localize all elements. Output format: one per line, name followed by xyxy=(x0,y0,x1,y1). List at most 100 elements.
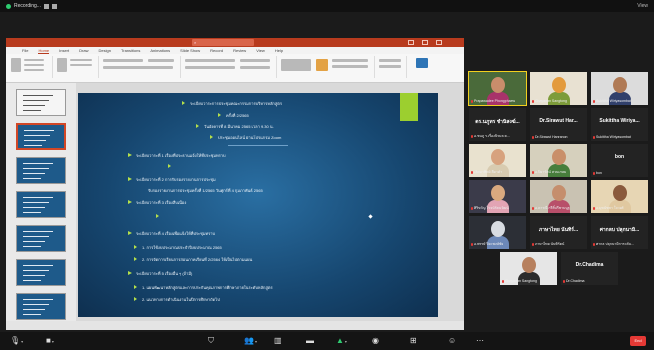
participant-tile[interactable]: อ.ดารณี กรีติ์ปรีชามนูฐ xyxy=(530,180,587,213)
menu-tab-file[interactable]: File xyxy=(22,47,28,54)
participant-tile[interactable]: อ.ปิยารัตน์ สวนเกษม xyxy=(530,144,587,177)
slide-thumbnail[interactable] xyxy=(16,123,66,150)
participant-tile[interactable]: ศากลบ ปลุกนามิ... ศากล ปลุกนามิการะตับ... xyxy=(591,216,648,249)
chat-icon[interactable]: ▬ xyxy=(306,336,314,346)
participant-name-label: เลิศมาทิพย์ สีดาคำ xyxy=(471,169,524,175)
participant-tile[interactable]: ภาษาไทย นันทิร์... ภาษาไทย นันทิรัตน์ xyxy=(530,216,587,249)
maximize-icon[interactable] xyxy=(422,40,428,45)
polls-icon-glyph: ▥ xyxy=(274,336,282,345)
menu-tab-review[interactable]: Review xyxy=(233,47,246,54)
participant-name: อ.พรรษ์ ปิยะพงษ์ชัย xyxy=(474,242,504,246)
microphone-icon[interactable]: 🎙▾ xyxy=(10,336,23,347)
slide-text-line: ระเบียบวาระที่ 3 เรื่องสืบเนื่อง xyxy=(136,200,187,205)
participant-name: bon xyxy=(596,171,602,175)
participant-tile[interactable]: bon bon xyxy=(591,144,648,177)
ribbon-drawing-group[interactable] xyxy=(278,56,375,78)
chevron-down-icon[interactable]: ▾ xyxy=(345,339,347,344)
ribbon-clipboard-group[interactable] xyxy=(8,56,53,78)
participant-tile[interactable]: Prapawadee Phongphaew xyxy=(468,71,527,106)
slide-bullet-icon xyxy=(128,271,132,275)
chevron-down-icon[interactable]: ▾ xyxy=(255,339,257,344)
muted-mic-icon xyxy=(471,134,473,138)
participant-display-name: bon xyxy=(614,154,625,160)
slide-thumbnail[interactable] xyxy=(16,191,66,218)
share-screen-icon[interactable]: ▲▾ xyxy=(336,336,347,347)
chevron-down-icon[interactable]: ▾ xyxy=(21,339,23,344)
powerpoint-search-box[interactable]: ⌕ xyxy=(192,39,254,46)
slide-text-line: ครั้งที่ 2/2565 xyxy=(226,113,249,118)
powerpoint-title-bar: ⌕ xyxy=(6,38,464,47)
breakout-rooms-icon[interactable]: ⊞ xyxy=(410,336,417,346)
stop-recording-icon[interactable] xyxy=(51,3,57,9)
participant-name-label: Chayanan Sangtong xyxy=(532,99,585,103)
menu-tab-view[interactable]: View xyxy=(256,47,265,54)
slide-bullet-icon xyxy=(134,285,137,289)
security-icon[interactable]: ⛉ xyxy=(208,336,214,346)
participant-name-label: Sukittha Wiriyasombat xyxy=(593,135,646,139)
ribbon-designer-group[interactable] xyxy=(408,56,438,78)
participant-tile[interactable]: ศิริขวัญ โรจน์รัตนวัฒน์ xyxy=(469,180,526,213)
participant-tile[interactable]: Sukittha Wiriyasombat xyxy=(591,72,648,105)
slide-bullet-icon xyxy=(156,214,159,218)
participant-name-label: อ.ปิยารัตน์ สวนเกษม xyxy=(532,169,585,175)
mouse-pointer-icon xyxy=(368,214,373,219)
menu-tab-home[interactable]: Home xyxy=(38,47,50,54)
ribbon-slides-group[interactable] xyxy=(54,56,99,78)
participant-tile[interactable]: Dr.Sirawut Har... Dr.Sirawut Hanranon xyxy=(530,108,587,141)
minimize-icon[interactable] xyxy=(408,40,414,45)
more-icon[interactable]: ⋯ xyxy=(476,336,484,346)
participant-display-name: ศากลบ ปลุกนามิ... xyxy=(599,227,640,233)
slide-thumbnails-pane[interactable] xyxy=(6,83,76,321)
menu-tab-insert[interactable]: Insert xyxy=(59,47,69,54)
polls-icon[interactable]: ▥ xyxy=(274,336,282,346)
participant-name: Prapawadee Phongphaew xyxy=(474,99,516,103)
menu-tab-transitions[interactable]: Transitions xyxy=(121,47,140,54)
close-icon[interactable] xyxy=(436,40,442,45)
participant-display-name: Dr.Sirawut Har... xyxy=(539,118,578,124)
slide-thumbnail[interactable] xyxy=(16,89,66,116)
menu-tab-help[interactable]: Help xyxy=(275,47,283,54)
menu-tab-slide-show[interactable]: Slide Show xyxy=(180,47,200,54)
reactions-icon[interactable]: ☺ xyxy=(448,336,456,346)
menu-tab-record[interactable]: Record xyxy=(210,47,223,54)
ribbon-font-group[interactable] xyxy=(100,56,181,78)
menu-tab-animations[interactable]: Animations xyxy=(150,47,170,54)
view-menu-button[interactable]: View xyxy=(637,3,648,9)
slide-text-line: รับรองรายงานการประชุมครั้งที่ 1/2565 วัน… xyxy=(148,188,263,193)
participant-name: อ.มุขนัชชา ใจวงศ์ xyxy=(596,206,624,210)
participant-tile[interactable]: Sukittha Wiriya... Sukittha Wiriyasombat xyxy=(591,108,648,141)
end-meeting-button[interactable]: End xyxy=(630,336,646,346)
chevron-down-icon[interactable]: ▾ xyxy=(52,339,54,344)
participant-tile[interactable]: Chayanan Sangtong xyxy=(500,252,557,285)
pause-recording-icon[interactable] xyxy=(43,3,49,9)
slide-text-line: 1. แผนพัฒนาหลักสูตรและการประกันคุณภาพการ… xyxy=(142,285,273,290)
participant-tile[interactable]: Chayanan Sangtong xyxy=(530,72,587,105)
ribbon-paragraph-group[interactable] xyxy=(182,56,277,78)
participant-name-label: อ.มุขนัชชา ใจวงศ์ xyxy=(593,205,646,211)
microphone-icon-glyph: 🎙 xyxy=(10,336,21,345)
slide-thumbnail[interactable] xyxy=(16,293,66,320)
participant-tile[interactable]: Dr.Chadima Dr.Chadima xyxy=(561,252,618,285)
ribbon-editing-group[interactable] xyxy=(376,56,407,78)
recording-indicator[interactable]: Recording... xyxy=(6,3,57,9)
menu-tab-draw[interactable]: Draw xyxy=(79,47,88,54)
participant-tile[interactable]: อ.พรรษ์ ปิยะพงษ์ชัย xyxy=(469,216,526,249)
video-camera-icon[interactable]: ■▾ xyxy=(46,336,54,347)
video-camera-icon-glyph: ■ xyxy=(46,336,51,345)
participants-icon[interactable]: 👥▾ xyxy=(244,336,257,347)
slide-thumbnail[interactable] xyxy=(16,225,66,252)
participant-name-label: Prapawadee Phongphaew xyxy=(471,99,524,103)
menu-tab-design[interactable]: Design xyxy=(98,47,110,54)
participant-display-name: ภาษาไทย นันทิร์... xyxy=(538,227,579,233)
participant-tile[interactable]: ดร.นภูทร ชำนิสงฆ์... อ.ชนภู ร.เรื่องนิรมล… xyxy=(469,108,526,141)
slide-text-line: ระเบียบวาระที่ 4 เรื่องเพื่อแจ้งให้ที่ปร… xyxy=(136,231,216,236)
participant-tile[interactable]: เลิศมาทิพย์ สีดาคำ xyxy=(469,144,526,177)
record-icon[interactable]: ◉ xyxy=(372,336,379,346)
slide-thumbnail[interactable] xyxy=(16,157,66,184)
participant-name: อ.ดารณี กรีติ์ปรีชามนูฐ xyxy=(535,206,570,210)
slide-bullet-icon xyxy=(134,245,137,249)
muted-mic-icon xyxy=(593,99,595,103)
participant-tile[interactable]: อ.มุขนัชชา ใจวงศ์ xyxy=(591,180,648,213)
slide-thumbnail[interactable] xyxy=(16,259,66,286)
participant-name-label: Dr.Sirawut Hanranon xyxy=(532,135,585,139)
